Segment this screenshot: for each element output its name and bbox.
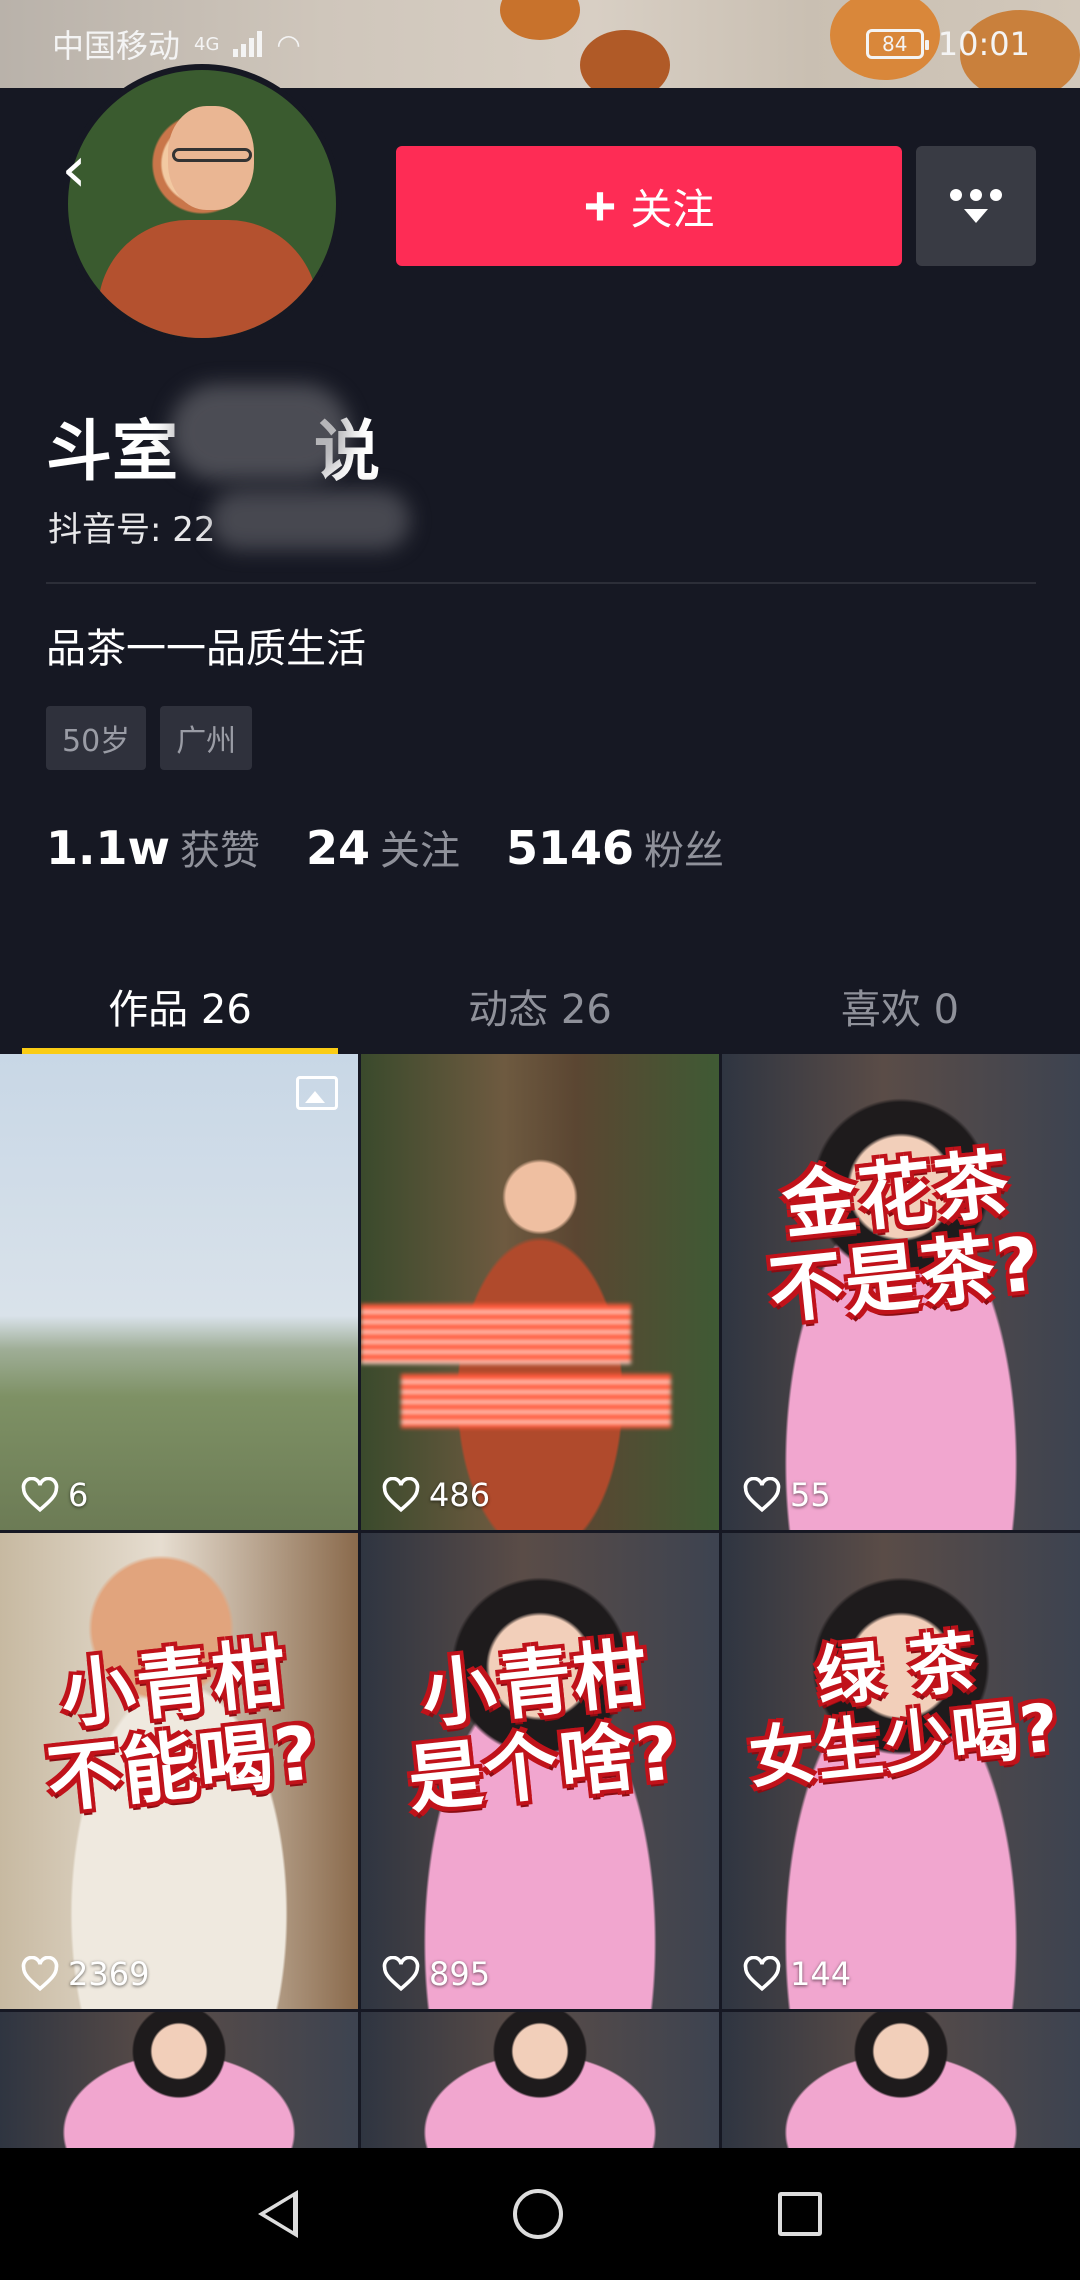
heart-icon — [21, 1956, 59, 1992]
like-count-text: 895 — [429, 1955, 491, 1993]
tag-age: 50岁 — [46, 706, 147, 770]
like-count: 2369 — [20, 1955, 149, 1993]
stat-followers[interactable]: 5146 粉丝 — [506, 818, 724, 876]
video-thumbnail[interactable]: 金花茶 不是茶? 55 — [722, 1054, 1080, 1530]
stat-value: 5146 — [506, 821, 635, 875]
video-thumbnail[interactable]: 小青柑 不能喝? 2369 — [0, 1533, 358, 2009]
video-thumbnail[interactable]: 486 — [361, 1054, 719, 1530]
like-count: 144 — [742, 1955, 851, 1993]
video-overlay-text: 小青柑 不能喝? — [43, 1629, 324, 1824]
dropdown-arrow-icon — [964, 209, 988, 223]
video-grid: 6 486 金花茶 不是茶? 55 小青柑 不能喝? 2369 小青柑 是个啥? — [0, 1054, 1080, 2152]
blurred-name-redaction — [170, 384, 350, 480]
battery-level: 84 — [882, 32, 908, 56]
follow-button[interactable]: + 关注 — [396, 146, 902, 266]
nav-home-icon[interactable] — [512, 2189, 563, 2239]
like-count-text: 486 — [429, 1476, 491, 1514]
tab-likes[interactable]: 喜欢 0 — [720, 960, 1080, 1052]
stat-label: 粉丝 — [644, 828, 725, 874]
stat-likes: 1.1w 获赞 — [46, 818, 260, 876]
video-thumbnail[interactable] — [0, 2012, 358, 2152]
video-thumbnail[interactable] — [722, 2012, 1080, 2152]
blurred-id-redaction — [210, 490, 410, 550]
more-dots-icon — [950, 189, 1002, 201]
stat-following[interactable]: 24 关注 — [306, 818, 460, 876]
video-overlay-text: 金花茶 不是茶? — [765, 1140, 1046, 1335]
stat-label: 关注 — [380, 828, 460, 874]
avatar-body — [98, 220, 318, 338]
like-count-text: 144 — [790, 1955, 852, 1993]
video-thumbnail[interactable]: 绿 茶 女生少喝? 144 — [722, 1533, 1080, 2009]
douyin-id: 抖音号: 22 — [48, 510, 216, 550]
nickname-prefix: 斗室 — [46, 413, 178, 490]
image-post-icon — [296, 1076, 338, 1110]
carrier-name: 中国移动 — [52, 27, 181, 65]
system-nav-bar — [0, 2148, 1080, 2280]
network-type: 4G — [194, 33, 220, 55]
like-count-text: 55 — [790, 1476, 831, 1514]
profile-stats: 1.1w 获赞 24 关注 5146 粉丝 — [46, 818, 724, 876]
video-overlay-text: 绿 茶 女生少喝? — [745, 1623, 1065, 1798]
content-tabs: 作品 26 动态 26 喜欢 0 — [0, 960, 1080, 1056]
heart-icon — [382, 1956, 420, 1992]
bio: 品茶一一品质生活 — [46, 626, 366, 672]
profile-screen: 中国移动 4G ◠ 84 10:01 ‹ + 关注 斗室说 抖音号: 22 品茶… — [0, 0, 1080, 2280]
battery-icon: 84 — [865, 29, 929, 59]
video-overlay-text: 小青柑 是个啥? — [404, 1629, 685, 1824]
stat-value: 1.1w — [46, 821, 170, 875]
like-count: 895 — [381, 1955, 490, 1993]
avatar-glasses — [172, 148, 252, 162]
like-count-text: 6 — [68, 1476, 89, 1514]
divider — [46, 582, 1036, 584]
more-button[interactable] — [916, 146, 1036, 266]
like-count-text: 2369 — [68, 1955, 150, 1993]
tab-works[interactable]: 作品 26 — [0, 960, 360, 1056]
clock: 10:01 — [937, 25, 1030, 63]
stat-value: 24 — [305, 821, 370, 875]
wifi-icon: ◠ — [276, 27, 301, 61]
like-count: 486 — [381, 1476, 490, 1514]
follow-label: 关注 — [630, 185, 715, 233]
nav-back-icon[interactable] — [257, 2190, 298, 2238]
heart-icon — [21, 1477, 59, 1513]
plus-icon: + — [583, 174, 617, 237]
avatar[interactable] — [62, 64, 342, 344]
signal-icon — [233, 31, 263, 57]
video-thumbnail[interactable]: 6 — [0, 1054, 358, 1530]
heart-icon — [382, 1477, 420, 1513]
nav-recents-icon[interactable] — [778, 2192, 823, 2236]
heart-icon — [743, 1956, 781, 1992]
chevron-left-icon: ‹ — [61, 133, 87, 207]
video-thumbnail[interactable]: 小青柑 是个啥? 895 — [361, 1533, 719, 2009]
back-button[interactable]: ‹ — [44, 130, 104, 210]
profile-tags: 50岁 广州 — [46, 706, 253, 770]
heart-icon — [743, 1477, 781, 1513]
like-count: 55 — [742, 1476, 831, 1514]
tab-dynamics[interactable]: 动态 26 — [360, 960, 720, 1052]
tag-location: 广州 — [160, 706, 253, 770]
video-thumbnail[interactable] — [361, 2012, 719, 2152]
like-count: 6 — [20, 1476, 88, 1514]
stat-label: 获赞 — [179, 828, 260, 874]
